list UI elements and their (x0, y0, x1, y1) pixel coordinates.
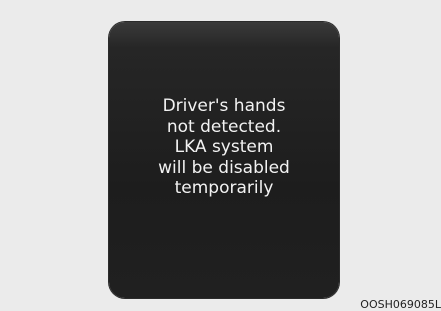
warning-line-3: LKA system (174, 137, 274, 157)
warning-line-4: will be disabled (158, 157, 290, 178)
warning-line-2: not detected. (166, 116, 282, 137)
instrument-cluster-display: Driver's hands not detected. LKA system … (109, 22, 339, 298)
warning-line-1: Driver's hands (162, 96, 286, 116)
figure-frame: Driver's hands not detected. LKA system … (0, 0, 441, 311)
lka-warning-message: Driver's hands not detected. LKA system … (109, 96, 339, 199)
figure-code: OOSH069085L (360, 298, 441, 311)
warning-line-5: temporarily (174, 178, 274, 198)
